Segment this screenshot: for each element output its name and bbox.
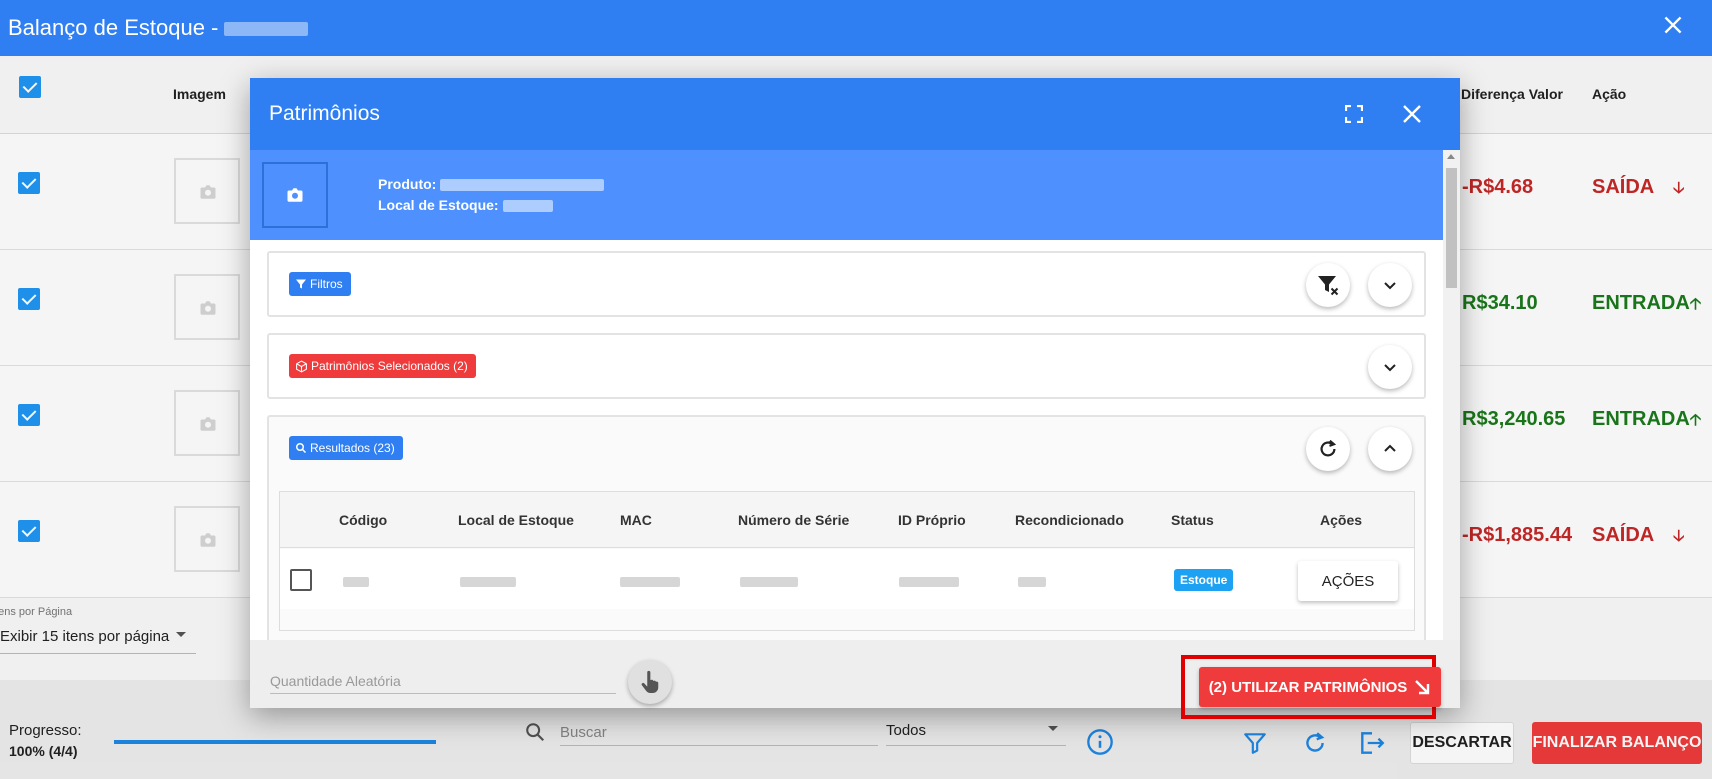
refresh-icon bbox=[1320, 439, 1337, 457]
selected-chip[interactable]: Patrimônios Selecionados (2) bbox=[289, 354, 476, 378]
column-header: Ações bbox=[1320, 512, 1363, 528]
redacted-product bbox=[440, 179, 605, 192]
dialog-footer: (2) UTILIZAR PATRIMÔNIOS bbox=[250, 640, 1460, 719]
use-assets-button[interactable]: (2) UTILIZAR PATRIMÔNIOS bbox=[1199, 667, 1441, 707]
box-icon bbox=[296, 359, 307, 373]
redacted-name bbox=[224, 22, 309, 37]
random-pick-button[interactable] bbox=[628, 660, 672, 704]
collapse-results-button[interactable] bbox=[1368, 427, 1412, 471]
arrow-down-right-icon bbox=[1415, 680, 1430, 695]
results-table: Código Local de Estoque MAC Número de Sé… bbox=[279, 491, 1415, 631]
row-actions-button[interactable]: AÇÕES bbox=[1298, 561, 1398, 601]
column-header: ID Próprio bbox=[898, 512, 966, 528]
app-bar: Balanço de Estoque - bbox=[0, 0, 1712, 56]
scrollbar-thumb[interactable] bbox=[1446, 168, 1457, 288]
results-chip[interactable]: Resultados (23) bbox=[289, 436, 403, 460]
random-quantity-input[interactable] bbox=[270, 668, 616, 694]
close-icon[interactable] bbox=[1402, 104, 1422, 124]
row-checkbox[interactable] bbox=[290, 569, 312, 591]
product-info: Produto: Local de Estoque: bbox=[250, 150, 1443, 240]
hand-pointer-icon bbox=[641, 670, 659, 693]
redacted-cell bbox=[460, 577, 516, 587]
redacted-location bbox=[502, 200, 553, 213]
fullscreen-icon[interactable] bbox=[1345, 105, 1363, 123]
filter-remove-icon bbox=[1318, 276, 1339, 296]
page-title: Balanço de Estoque - bbox=[0, 15, 309, 41]
redacted-cell bbox=[740, 577, 798, 587]
column-header: Número de Série bbox=[738, 512, 850, 528]
chevron-down-icon bbox=[1384, 282, 1396, 290]
column-header: Recondicionado bbox=[1015, 512, 1124, 528]
refresh-results-button[interactable] bbox=[1306, 427, 1350, 471]
redacted-cell bbox=[343, 577, 369, 587]
column-header: MAC bbox=[620, 512, 652, 528]
dialog-title: Patrimônios bbox=[269, 102, 380, 125]
product-line: Produto: bbox=[378, 176, 605, 192]
close-icon[interactable] bbox=[1660, 12, 1686, 38]
chevron-down-icon bbox=[1384, 364, 1396, 372]
patrimonios-dialog: Patrimônios Produto: Local de Estoque: F… bbox=[250, 78, 1460, 719]
location-line: Local de Estoque: bbox=[378, 197, 553, 213]
dialog-body: Filtros Patrimônios Selecionados (2) Res… bbox=[250, 240, 1443, 640]
chevron-up-icon bbox=[1384, 444, 1396, 452]
dialog-scrollbar[interactable] bbox=[1443, 150, 1460, 640]
column-header: Código bbox=[339, 512, 388, 528]
filters-chip[interactable]: Filtros bbox=[289, 272, 351, 296]
results-table-header: Código Local de Estoque MAC Número de Sé… bbox=[280, 492, 1414, 548]
filter-icon bbox=[296, 279, 306, 289]
table-row: Estoque AÇÕES bbox=[280, 549, 1414, 609]
clear-filters-button[interactable] bbox=[1306, 263, 1350, 307]
expand-selected-button[interactable] bbox=[1368, 345, 1412, 389]
redacted-cell bbox=[899, 577, 959, 587]
scroll-up-icon[interactable] bbox=[1447, 154, 1455, 159]
results-panel: Resultados (23) Código Local de Estoque … bbox=[267, 415, 1426, 640]
redacted-cell bbox=[1018, 577, 1046, 587]
expand-filters-button[interactable] bbox=[1368, 263, 1412, 307]
column-header: Local de Estoque bbox=[458, 512, 574, 528]
redacted-cell bbox=[620, 577, 680, 587]
column-header: Status bbox=[1171, 512, 1214, 528]
status-badge: Estoque bbox=[1174, 569, 1234, 591]
dialog-header: Patrimônios bbox=[250, 78, 1460, 150]
selected-panel: Patrimônios Selecionados (2) bbox=[267, 333, 1426, 399]
camera-icon bbox=[287, 188, 303, 202]
product-image bbox=[262, 162, 328, 228]
filters-panel: Filtros bbox=[267, 251, 1426, 317]
search-icon bbox=[296, 443, 307, 454]
